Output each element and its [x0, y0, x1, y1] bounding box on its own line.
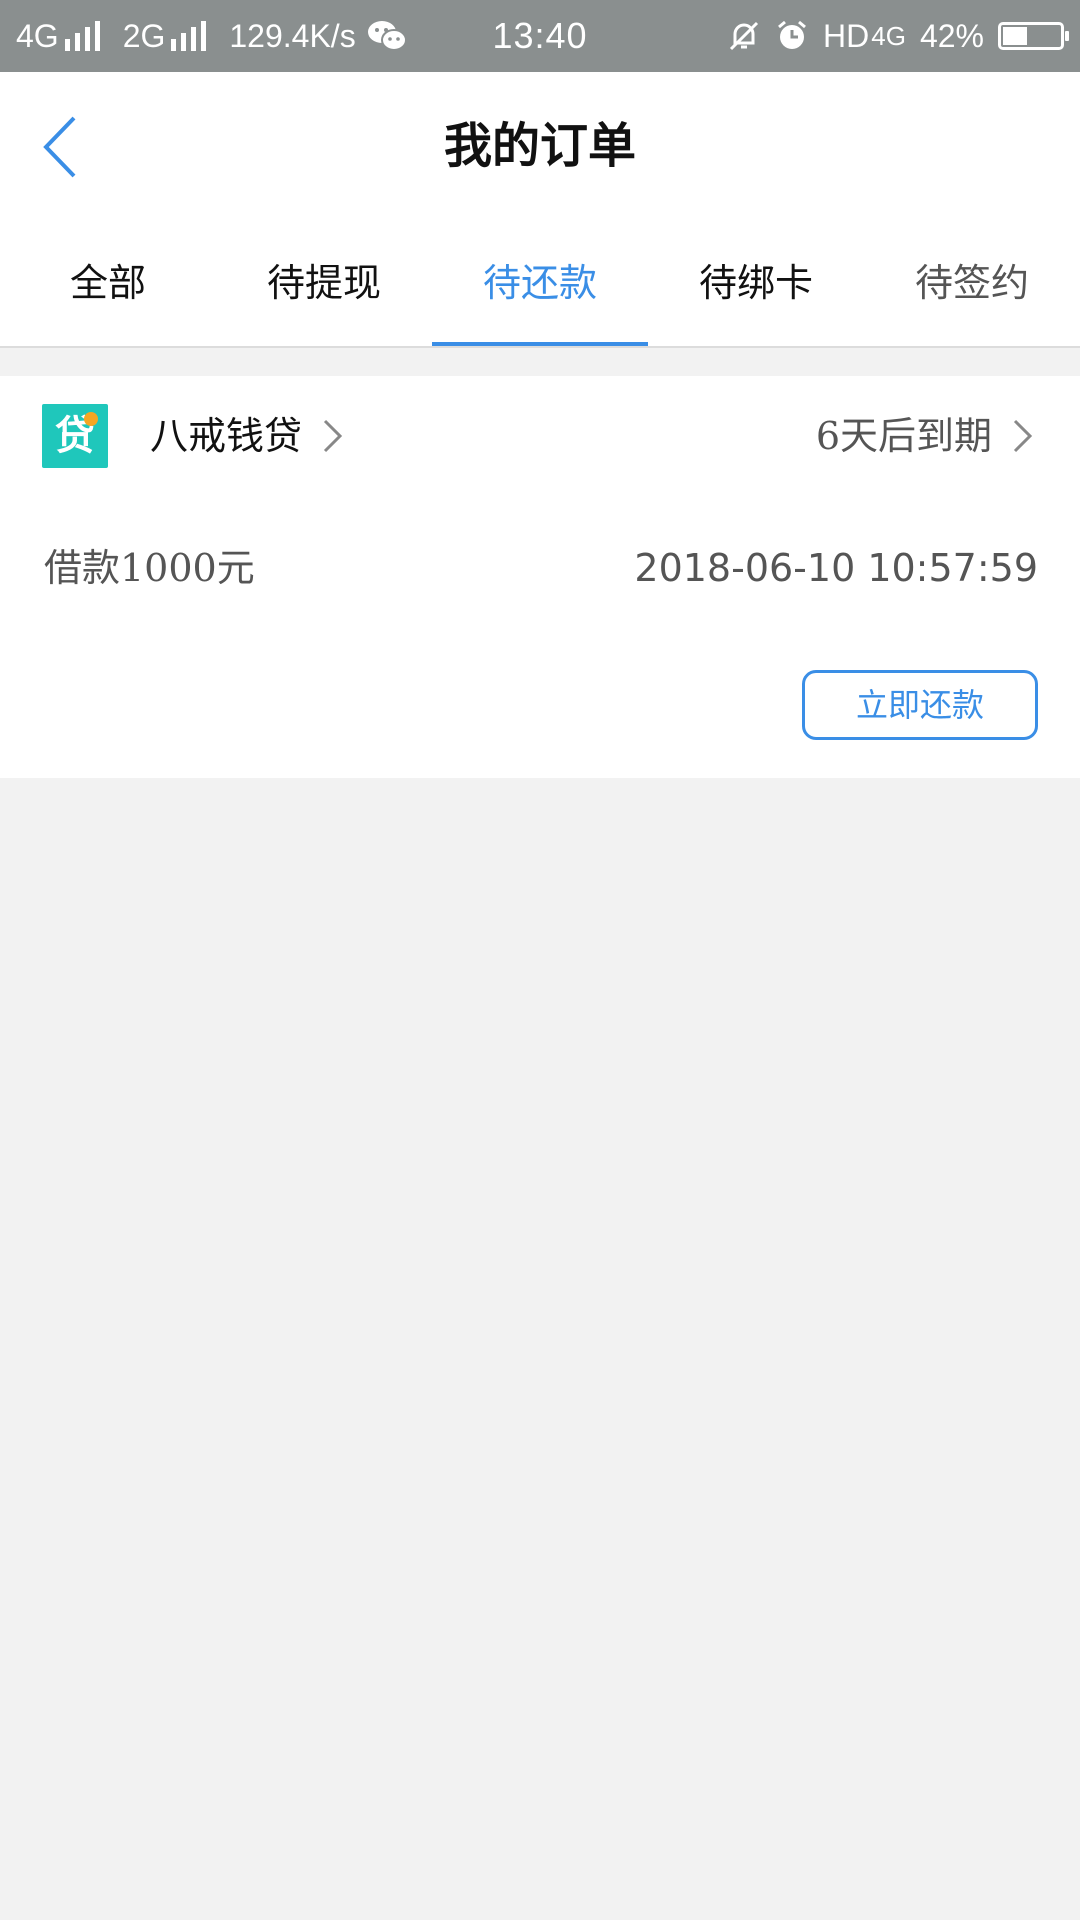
- order-card: 贷 八戒钱贷 6天后到期 借款1000元 2018-06-10 10:57:59…: [0, 376, 1080, 778]
- tab-pending-bind-card[interactable]: 待绑卡: [648, 220, 864, 346]
- page-title: 我的订单: [443, 118, 636, 174]
- hd-label: HD: [823, 17, 870, 54]
- battery-fill: [1003, 27, 1027, 45]
- battery-icon: [998, 22, 1069, 50]
- due-status[interactable]: 6天后到期: [816, 400, 992, 472]
- lender-logo: 贷: [42, 404, 108, 468]
- battery-percent: 42%: [919, 17, 984, 54]
- chevron-right-icon[interactable]: [322, 418, 344, 454]
- tab-pending-withdraw[interactable]: 待提现: [216, 220, 432, 346]
- tab-all[interactable]: 全部: [0, 220, 216, 346]
- alarm-icon: [778, 20, 807, 49]
- order-datetime: 2018-06-10 10:57:59: [634, 546, 1038, 590]
- repay-now-button[interactable]: 立即还款: [802, 670, 1038, 740]
- tab-pending-repay[interactable]: 待还款: [432, 220, 648, 346]
- chevron-right-icon[interactable]: [1012, 418, 1034, 454]
- loan-amount: 借款1000元: [44, 546, 255, 590]
- network-type-tertiary: 4G: [871, 20, 906, 51]
- coin-icon: [84, 412, 98, 426]
- status-bar: 4G 2G 129.4K/s 13:40 HD 4G 42%: [0, 0, 1080, 72]
- order-tabs: 全部 待提现 待还款 待绑卡 待签约: [0, 220, 1080, 348]
- tab-indicator: [432, 342, 648, 346]
- header: 我的订单: [0, 72, 1080, 220]
- lender-logo-char: 贷: [55, 413, 95, 459]
- tab-pending-sign[interactable]: 待签约: [864, 220, 1080, 346]
- mute-icon: [729, 21, 759, 51]
- lender-name[interactable]: 八戒钱贷: [150, 400, 302, 472]
- status-right: HD 4G 42%: [713, 0, 1069, 72]
